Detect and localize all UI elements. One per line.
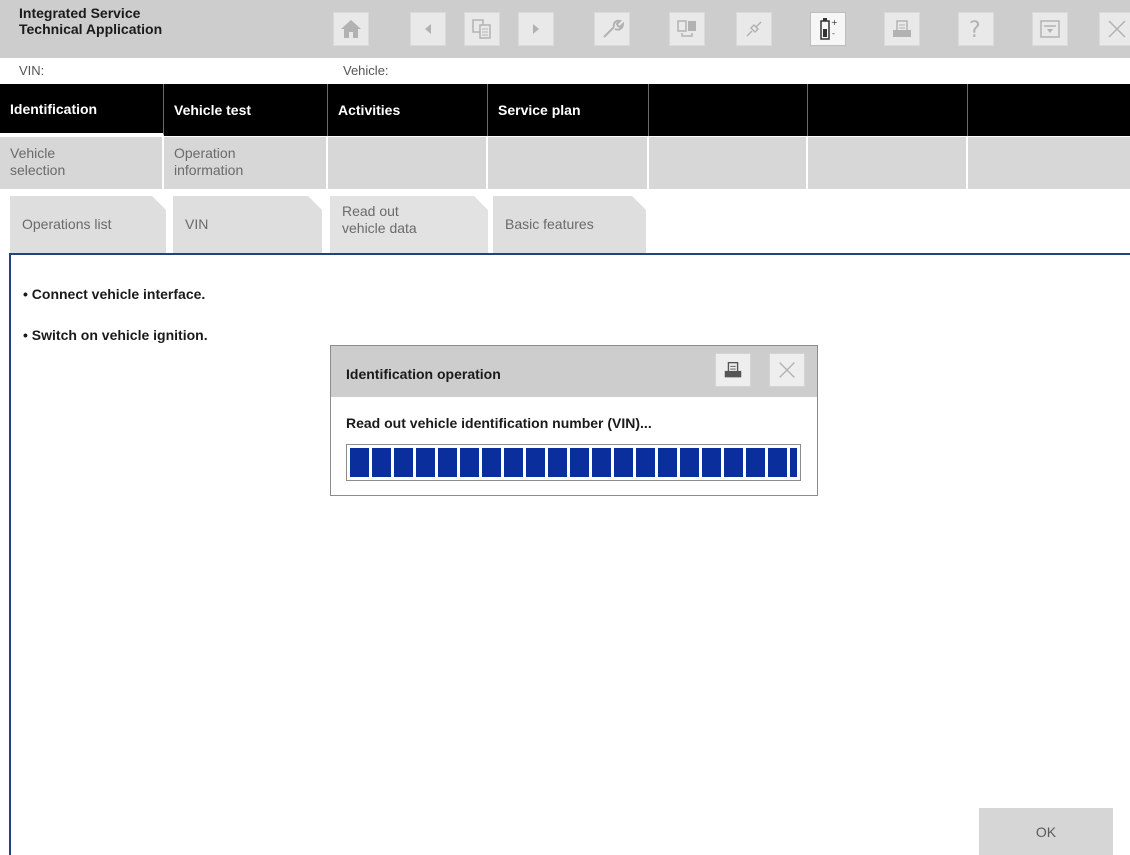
progress-bar bbox=[346, 444, 801, 481]
tab-vin[interactable]: VIN bbox=[173, 196, 322, 253]
nav-vehicle-test[interactable]: Vehicle test bbox=[164, 84, 328, 136]
window-icon bbox=[1040, 20, 1060, 38]
transfer-icon bbox=[677, 20, 696, 37]
forward-arrow-icon bbox=[533, 24, 539, 34]
connection-button[interactable] bbox=[736, 12, 772, 46]
tab-underline bbox=[10, 253, 1130, 255]
identification-dialog: Identification operation Read out vehicl… bbox=[330, 345, 818, 496]
dialog-print-button[interactable] bbox=[715, 353, 751, 387]
home-icon bbox=[341, 20, 361, 38]
nav-empty-2 bbox=[808, 84, 968, 136]
vehicle-label: Vehicle: bbox=[343, 63, 389, 78]
printer-icon bbox=[724, 361, 742, 378]
subnav-empty-4 bbox=[808, 137, 968, 189]
back-arrow-icon bbox=[425, 24, 431, 34]
main-nav: Identification Vehicle test Activities S… bbox=[0, 84, 1130, 136]
subnav-empty-2 bbox=[488, 137, 649, 189]
subnav-vehicle-selection[interactable]: Vehicle selection bbox=[0, 137, 164, 189]
svg-text:+: + bbox=[831, 18, 838, 27]
printer-icon bbox=[893, 20, 911, 37]
nav-empty-1 bbox=[649, 84, 808, 136]
documents-button[interactable] bbox=[464, 12, 500, 46]
nav-activities[interactable]: Activities bbox=[328, 84, 488, 136]
battery-button[interactable]: + - bbox=[810, 12, 846, 46]
nav-empty-3 bbox=[968, 84, 1130, 136]
transfer-button[interactable] bbox=[669, 12, 705, 46]
help-icon: ? bbox=[969, 18, 981, 42]
dialog-close-button[interactable] bbox=[769, 353, 805, 387]
back-button[interactable] bbox=[410, 12, 446, 46]
subnav-empty-5 bbox=[968, 137, 1130, 189]
svg-text:-: - bbox=[832, 29, 835, 38]
dialog-title: Identification operation bbox=[346, 366, 501, 382]
service-functions-button[interactable] bbox=[594, 12, 630, 46]
app-title: Integrated Service Technical Application bbox=[19, 5, 163, 37]
subnav-empty-1 bbox=[328, 137, 488, 189]
tab-basic-features[interactable]: Basic features bbox=[493, 196, 646, 253]
close-app-button[interactable] bbox=[1099, 12, 1130, 46]
subnav-operation-information[interactable]: Operation information bbox=[164, 137, 328, 189]
window-button[interactable] bbox=[1032, 12, 1068, 46]
connection-icon bbox=[746, 21, 762, 37]
app-header: Integrated Service Technical Application bbox=[0, 0, 1130, 58]
help-button[interactable]: ? bbox=[958, 12, 994, 46]
info-row: VIN: Vehicle: bbox=[0, 58, 1130, 84]
close-icon bbox=[779, 362, 795, 378]
content-border bbox=[9, 253, 11, 855]
ok-button[interactable]: OK bbox=[979, 808, 1113, 855]
subnav-empty-3 bbox=[649, 137, 808, 189]
instruction-connect-interface: • Connect vehicle interface. bbox=[23, 286, 206, 302]
documents-icon bbox=[472, 19, 491, 39]
vin-label: VIN: bbox=[19, 63, 45, 78]
nav-service-plan[interactable]: Service plan bbox=[488, 84, 649, 136]
tab-operations-list[interactable]: Operations list bbox=[10, 196, 166, 253]
battery-icon: + - bbox=[820, 18, 838, 40]
print-button[interactable] bbox=[884, 12, 920, 46]
forward-button[interactable] bbox=[518, 12, 554, 46]
tab-bar: Operations list VIN Read out vehicle dat… bbox=[0, 196, 1130, 253]
wrench-icon bbox=[603, 19, 624, 38]
dialog-message: Read out vehicle identification number (… bbox=[346, 415, 652, 431]
nav-identification[interactable]: Identification bbox=[0, 84, 164, 136]
svg-text:?: ? bbox=[969, 18, 981, 42]
instruction-switch-ignition: • Switch on vehicle ignition. bbox=[23, 327, 208, 343]
close-icon bbox=[1108, 20, 1126, 38]
progress-fill bbox=[350, 448, 797, 477]
sub-nav: Vehicle selection Operation information bbox=[0, 137, 1130, 189]
tab-read-out-vehicle-data[interactable]: Read out vehicle data bbox=[330, 196, 488, 253]
home-button[interactable] bbox=[333, 12, 369, 46]
dialog-titlebar: Identification operation bbox=[331, 346, 817, 397]
